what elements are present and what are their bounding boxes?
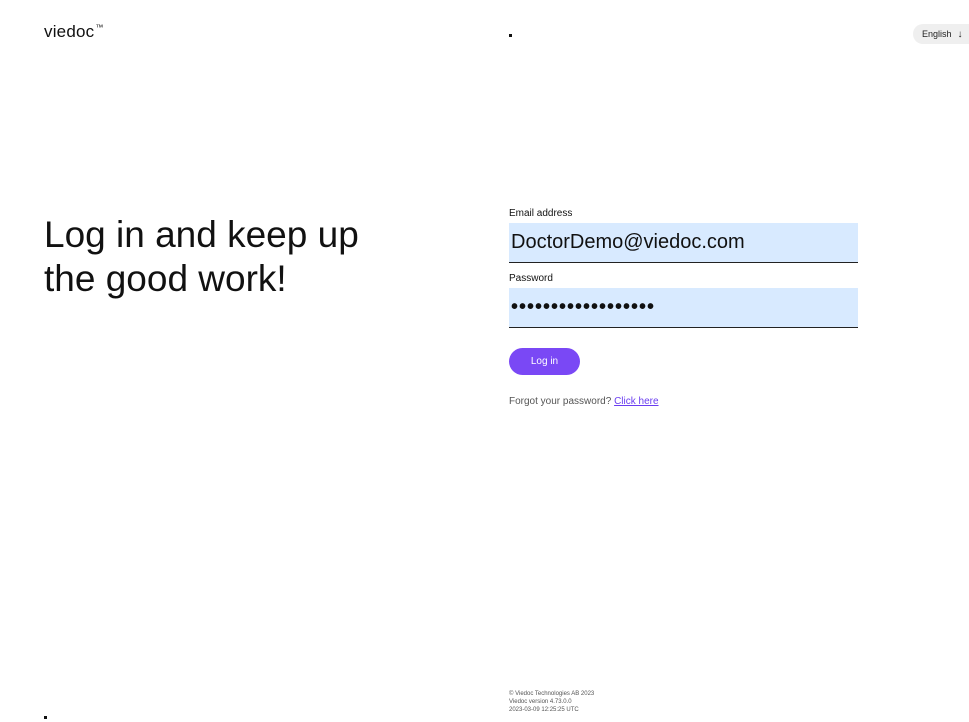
- footer-timestamp: 2023-03-09 12:25:25 UTC: [509, 707, 579, 713]
- forgot-password-link[interactable]: Click here: [614, 396, 658, 407]
- password-label: Password: [509, 273, 553, 284]
- login-form: Email address Password Log in Forgot you…: [509, 208, 858, 407]
- headline-line-1: Log in and keep up: [44, 214, 359, 255]
- language-selector-button[interactable]: English ↓: [913, 24, 969, 44]
- email-label: Email address: [509, 208, 573, 219]
- email-field[interactable]: [509, 223, 858, 263]
- decorative-dot: [509, 34, 512, 37]
- password-field[interactable]: [509, 288, 858, 328]
- forgot-password-row: Forgot your password? Click here: [509, 396, 858, 407]
- headline-line-2: the good work!: [44, 258, 287, 299]
- footer-copyright: © Viedoc Technologies AB 2023: [509, 691, 595, 697]
- decorative-dot: [44, 716, 47, 719]
- footer: © Viedoc Technologies AB 2023 Viedoc ver…: [509, 690, 594, 714]
- login-button[interactable]: Log in: [509, 348, 580, 375]
- page-headline: Log in and keep up the good work!: [44, 213, 444, 301]
- viedoc-logo[interactable]: viedoc™: [44, 22, 104, 42]
- forgot-password-text: Forgot your password?: [509, 396, 612, 407]
- login-page: viedoc™ English ↓ Log in and keep up the…: [0, 0, 969, 722]
- footer-version: Viedoc version 4.73.0.0: [509, 699, 572, 705]
- language-label: English: [922, 29, 952, 39]
- arrow-down-icon: ↓: [957, 28, 963, 40]
- logo-text: viedoc: [44, 22, 95, 41]
- logo-trademark: ™: [95, 23, 104, 33]
